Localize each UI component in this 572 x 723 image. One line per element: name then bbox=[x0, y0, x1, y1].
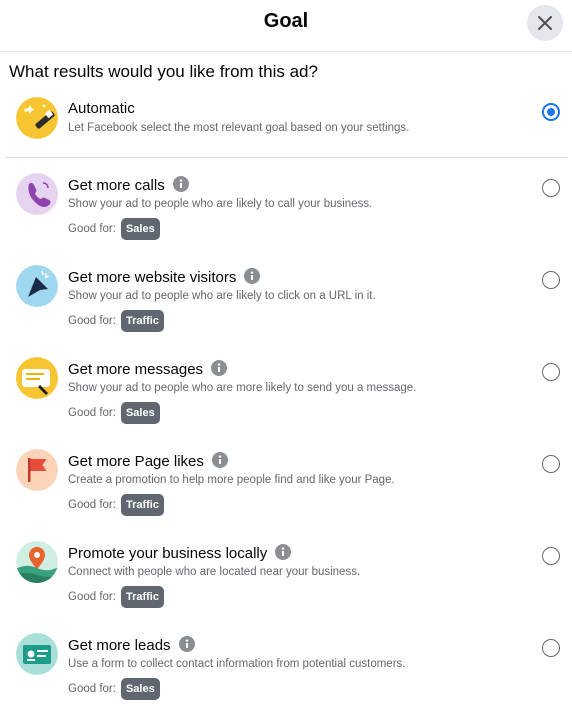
option-title: Get more calls bbox=[68, 176, 189, 194]
option-title: Get more website visitors bbox=[68, 268, 261, 286]
option-automatic[interactable]: Automatic Let Facebook select the most r… bbox=[0, 92, 572, 152]
option-title: Get more messages bbox=[68, 360, 228, 378]
radio-get-more-page-likes[interactable] bbox=[542, 455, 560, 473]
good-for-row: Good for: Sales bbox=[68, 678, 160, 700]
option-description: Connect with people who are located near… bbox=[68, 566, 361, 578]
good-for-badge: Traffic bbox=[120, 586, 164, 608]
good-for-badge: Traffic bbox=[120, 310, 164, 332]
good-for-label: Good for: bbox=[68, 499, 116, 511]
option-description: Show your ad to people who are likely to… bbox=[68, 198, 373, 210]
info-icon[interactable] bbox=[244, 268, 261, 284]
option-description: Create a promotion to help more people f… bbox=[68, 474, 395, 486]
good-for-label: Good for: bbox=[68, 407, 116, 419]
location-pin-icon bbox=[16, 541, 58, 583]
option-title-text: Get more messages bbox=[68, 361, 204, 378]
option-get-more-calls[interactable]: Get more calls Show your ad to people wh… bbox=[0, 168, 572, 246]
radio-promote-business-locally[interactable] bbox=[542, 547, 560, 565]
good-for-label: Good for: bbox=[68, 315, 116, 327]
phone-icon bbox=[16, 173, 58, 215]
radio-get-more-calls[interactable] bbox=[542, 179, 560, 197]
good-for-row: Good for: Traffic bbox=[68, 494, 164, 516]
magic-wand-icon bbox=[16, 97, 58, 139]
good-for-row: Good for: Sales bbox=[68, 402, 160, 424]
option-title-text: Get more leads bbox=[68, 637, 171, 654]
dialog-header: Goal bbox=[0, 0, 572, 52]
option-description: Show your ad to people who are more like… bbox=[68, 382, 417, 394]
good-for-badge: Traffic bbox=[120, 494, 164, 516]
divider bbox=[5, 157, 568, 158]
radio-automatic[interactable] bbox=[542, 103, 560, 121]
good-for-label: Good for: bbox=[68, 591, 116, 603]
good-for-label: Good for: bbox=[68, 683, 116, 695]
info-icon[interactable] bbox=[172, 176, 189, 192]
radio-get-more-leads[interactable] bbox=[542, 639, 560, 657]
good-for-badge: Sales bbox=[120, 402, 160, 424]
option-get-more-messages[interactable]: Get more messages Show your ad to people… bbox=[0, 352, 572, 430]
good-for-row: Good for: Traffic bbox=[68, 310, 164, 332]
close-button[interactable] bbox=[527, 5, 563, 41]
info-icon[interactable] bbox=[211, 452, 228, 468]
option-description: Show your ad to people who are likely to… bbox=[68, 290, 376, 302]
info-icon[interactable] bbox=[275, 544, 292, 560]
radio-get-more-website-visitors[interactable] bbox=[542, 271, 560, 289]
good-for-row: Good for: Sales bbox=[68, 218, 160, 240]
option-title: Promote your business locally bbox=[68, 544, 292, 562]
option-title: Get more leads bbox=[68, 636, 195, 654]
dialog-title: Goal bbox=[263, 10, 309, 32]
option-get-more-leads[interactable]: Get more leads Use a form to collect con… bbox=[0, 628, 572, 706]
goal-question: What results would you like from this ad… bbox=[9, 62, 318, 81]
option-get-more-page-likes[interactable]: Get more Page likes Create a promotion t… bbox=[0, 444, 572, 522]
option-title-text: Get more calls bbox=[68, 177, 165, 194]
cursor-icon bbox=[16, 265, 58, 307]
option-title: Automatic bbox=[68, 100, 135, 117]
option-title-text: Get more website visitors bbox=[68, 269, 237, 286]
close-icon bbox=[538, 16, 552, 30]
good-for-badge: Sales bbox=[120, 218, 160, 240]
option-description: Use a form to collect contact informatio… bbox=[68, 658, 406, 670]
info-icon[interactable] bbox=[211, 360, 228, 376]
option-get-more-website-visitors[interactable]: Get more website visitors Show your ad t… bbox=[0, 260, 572, 338]
option-description: Let Facebook select the most relevant go… bbox=[68, 122, 410, 134]
good-for-row: Good for: Traffic bbox=[68, 586, 164, 608]
radio-get-more-messages[interactable] bbox=[542, 363, 560, 381]
contact-card-icon bbox=[16, 633, 58, 675]
info-icon[interactable] bbox=[178, 636, 195, 652]
flag-icon bbox=[16, 449, 58, 491]
good-for-label: Good for: bbox=[68, 223, 116, 235]
message-icon bbox=[16, 357, 58, 399]
option-promote-business-locally[interactable]: Promote your business locally Connect wi… bbox=[0, 536, 572, 614]
option-title-text: Promote your business locally bbox=[68, 545, 268, 562]
option-title: Get more Page likes bbox=[68, 452, 228, 470]
good-for-badge: Sales bbox=[120, 678, 160, 700]
option-title-text: Get more Page likes bbox=[68, 453, 204, 470]
